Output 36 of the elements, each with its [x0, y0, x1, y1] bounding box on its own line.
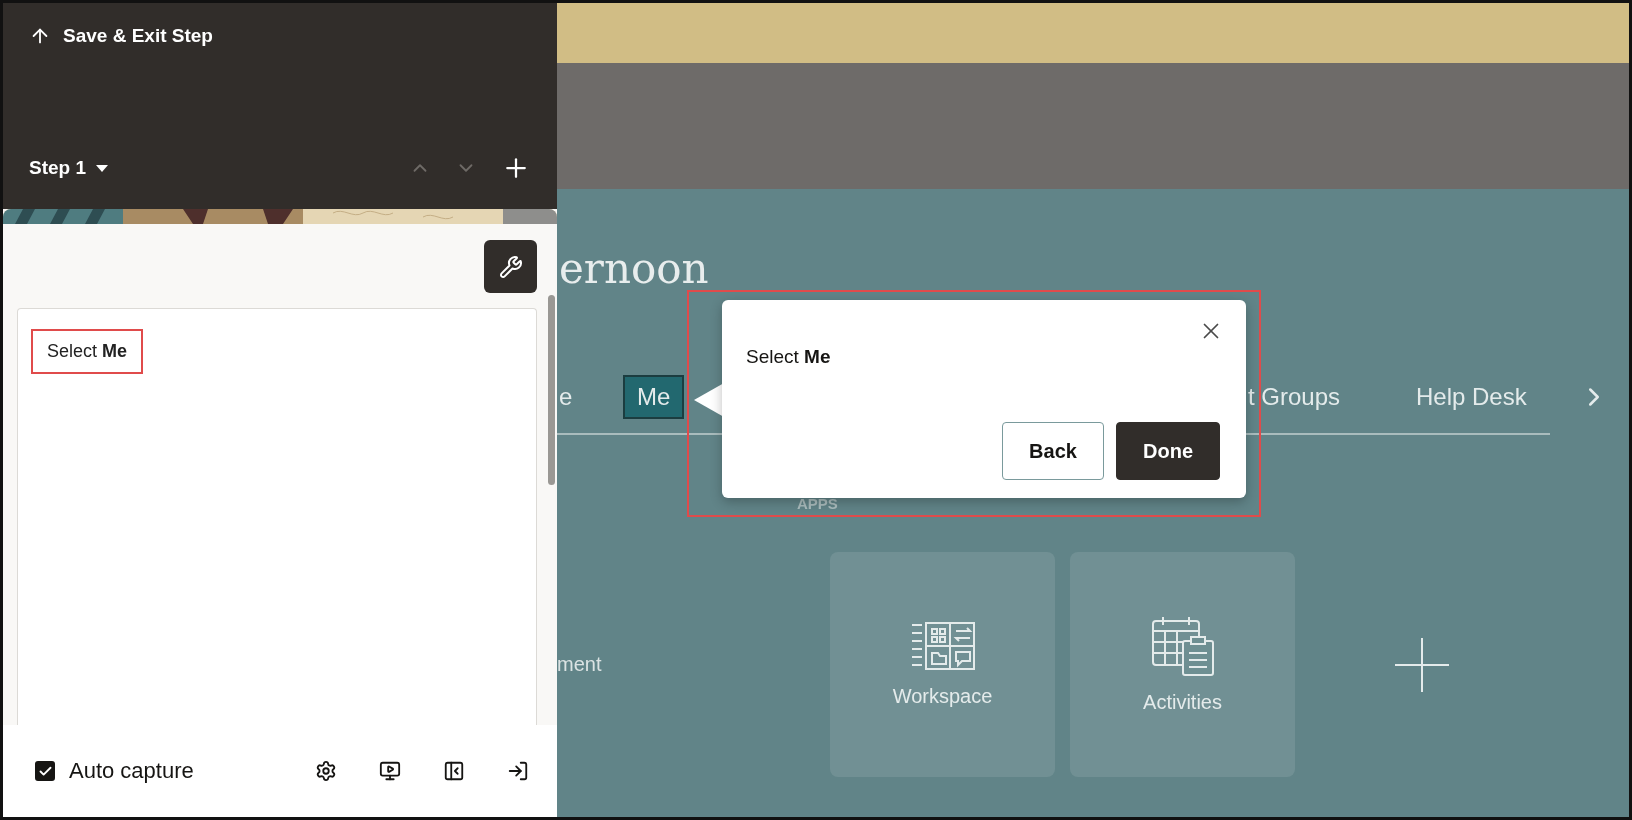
app-tile-label: Workspace — [892, 685, 993, 708]
collapse-panel-button[interactable] — [443, 760, 465, 782]
back-button[interactable]: Back — [1002, 422, 1104, 480]
settings-button[interactable] — [315, 760, 337, 782]
nav-tab[interactable]: e — [557, 375, 575, 419]
nav-tab[interactable]: t Groups — [1246, 375, 1343, 419]
nav-tab[interactable]: Help Desk — [1414, 375, 1529, 419]
caret-icon — [96, 164, 109, 172]
app-label: ment — [557, 653, 603, 676]
exit-button[interactable] — [507, 760, 529, 782]
settings-icon — [315, 760, 337, 782]
wrench-icon — [498, 254, 523, 279]
auto-capture-checkbox[interactable] — [35, 761, 55, 781]
grid-panels-icon — [909, 621, 976, 671]
scrollbar[interactable] — [548, 295, 555, 485]
plus-icon — [1395, 637, 1449, 692]
app-tile[interactable]: Workspace — [830, 552, 1055, 777]
app-tile-label: Activities — [1143, 691, 1222, 714]
arrow-into-bracket-icon — [507, 760, 529, 782]
monitor-play-icon — [379, 760, 401, 782]
checkbox-label: Auto capture — [69, 758, 195, 784]
app-tile[interactable]: Activities — [1070, 552, 1295, 777]
nav-tab[interactable]: Me — [623, 375, 685, 419]
popup-text: Select Me — [746, 346, 832, 368]
section-heading: APPS — [797, 495, 839, 512]
wrench-button[interactable] — [484, 240, 537, 293]
step-text: Select Me — [47, 341, 128, 361]
add-app-button[interactable] — [1395, 637, 1449, 692]
save-exit-button[interactable]: Save & Exit Step — [29, 25, 213, 47]
panel-collapse-icon — [443, 760, 465, 782]
play-preview-button[interactable] — [379, 760, 401, 782]
done-button[interactable]: Done — [1116, 422, 1220, 480]
step-dropdown[interactable]: Step 1 — [29, 157, 109, 179]
greeting-text: ernoon — [558, 243, 710, 295]
calendar-clipboard-icon — [1150, 615, 1215, 677]
step-editor[interactable]: Select Me — [17, 308, 537, 725]
